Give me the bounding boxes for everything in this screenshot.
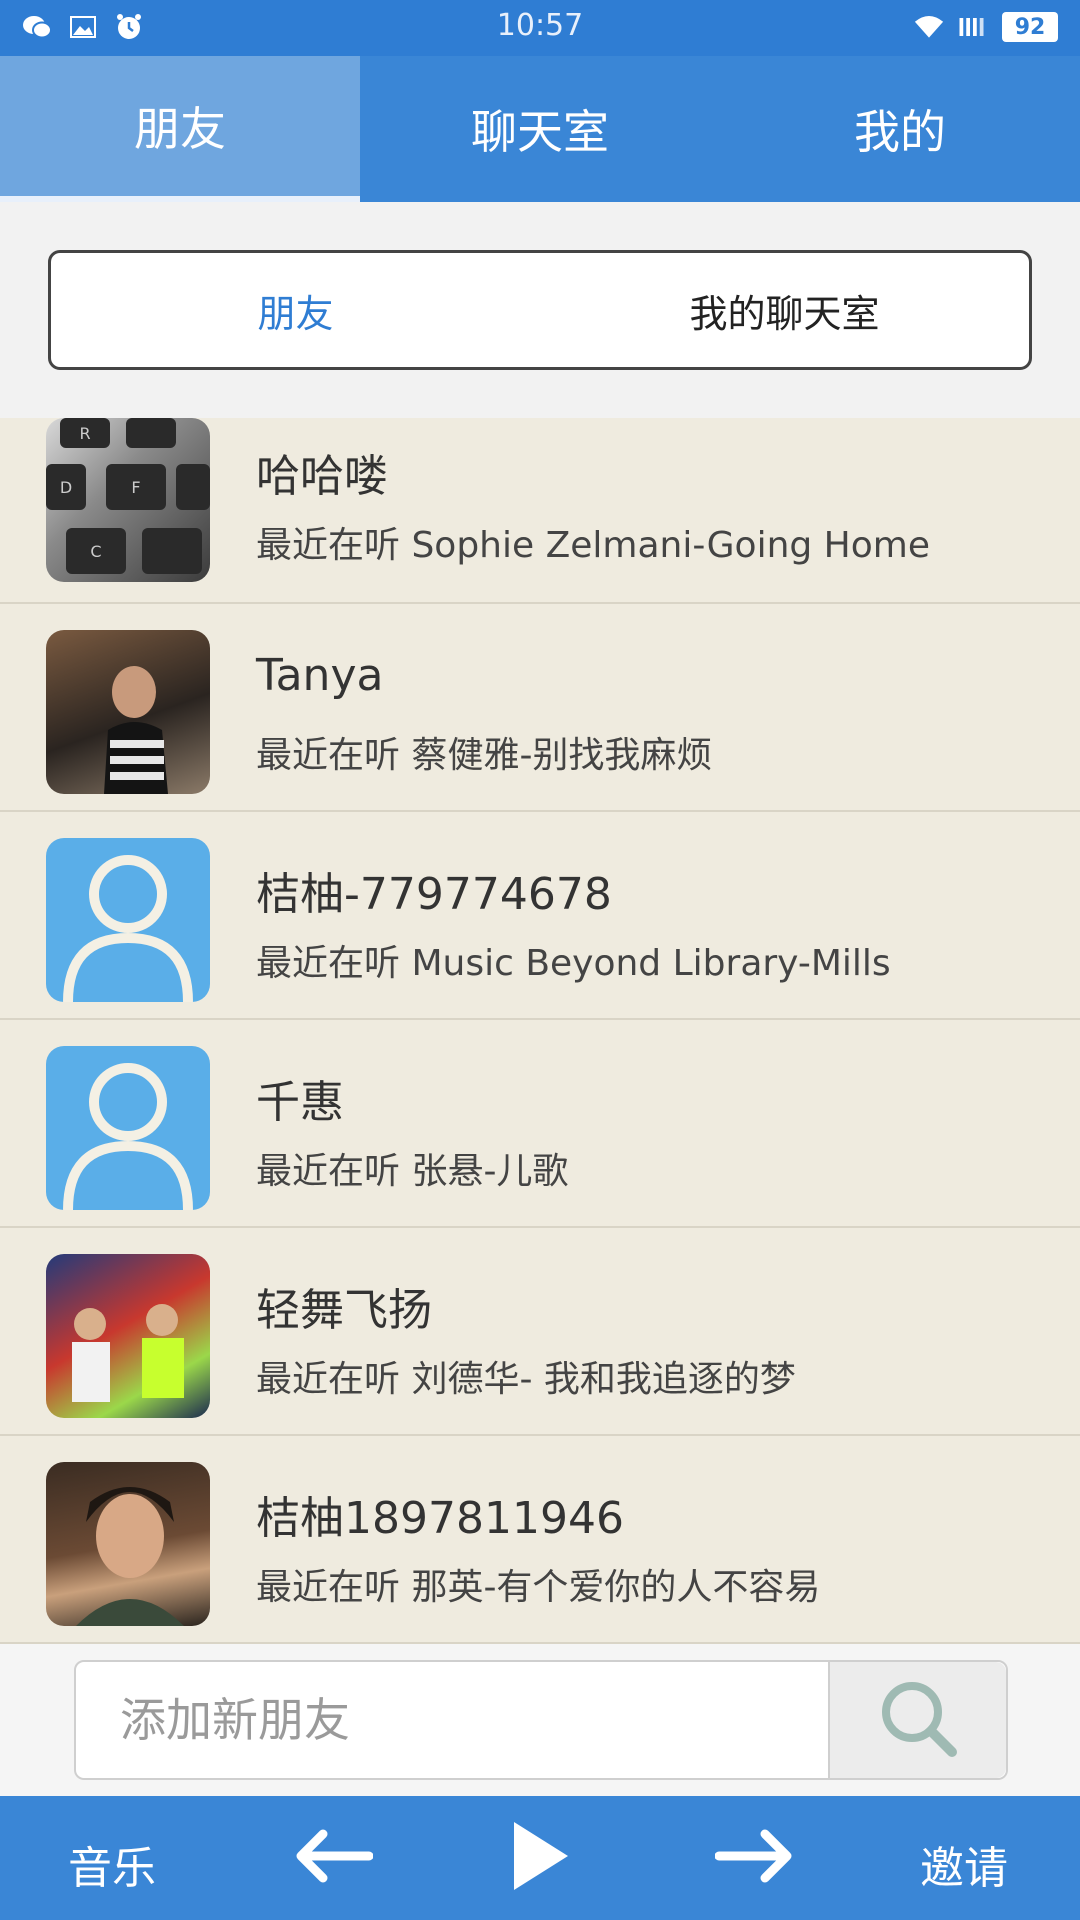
friend-row[interactable]: 桔柚-779774678 最近在听 Music Beyond Library-M… (0, 812, 1080, 1020)
search-button[interactable] (828, 1662, 1006, 1778)
default-avatar-icon (46, 1046, 210, 1210)
next-button[interactable] (710, 1818, 800, 1898)
friend-row[interactable]: R D F C 哈哈喽 最近在听 Sophie Zelmani-Going Ho… (0, 418, 1080, 604)
play-button[interactable] (500, 1818, 580, 1898)
add-friend-input[interactable] (76, 1662, 828, 1778)
top-tab-bar: 朋友 聊天室 我的 (0, 56, 1080, 202)
friend-row[interactable]: 千惠 最近在听 张悬-儿歌 (0, 1020, 1080, 1228)
battery-icon: 92 (1002, 12, 1058, 42)
avatar: R D F C (46, 418, 210, 582)
search-icon (876, 1676, 960, 1764)
tab-friends[interactable]: 朋友 (0, 56, 360, 202)
friend-status: 最近在听 Sophie Zelmani-Going Home (256, 525, 930, 566)
default-avatar-icon (46, 838, 210, 1002)
arrow-left-icon (293, 1828, 374, 1888)
segmented-control: 朋友 我的聊天室 (48, 250, 1032, 370)
bottom-player-bar: 音乐 邀请 (0, 1796, 1080, 1920)
segment-friends[interactable]: 朋友 (51, 253, 540, 367)
friend-name: 轻舞飞扬 (256, 1285, 432, 1336)
arrow-right-icon (714, 1828, 795, 1888)
friend-list: R D F C 哈哈喽 最近在听 Sophie Zelmani-Going Ho… (0, 418, 1080, 1644)
friend-row[interactable]: 桔柚1897811946 最近在听 那英-有个爱你的人不容易 (0, 1436, 1080, 1644)
friend-row[interactable]: 轻舞飞扬 最近在听 刘德华- 我和我追逐的梦 (0, 1228, 1080, 1436)
friend-name: 千惠 (256, 1077, 344, 1128)
segment-area: 朋友 我的聊天室 (0, 202, 1080, 420)
status-bar: 10:57 92 (0, 0, 1080, 56)
avatar (46, 1462, 210, 1626)
signal-icon (958, 12, 988, 42)
friend-status: 最近在听 蔡健雅-别找我麻烦 (256, 735, 713, 776)
friend-name: Tanya (256, 650, 384, 701)
previous-button[interactable] (288, 1818, 378, 1898)
add-friend-box (74, 1660, 1008, 1780)
friend-status: 最近在听 那英-有个爱你的人不容易 (256, 1567, 821, 1608)
avatar (46, 630, 210, 794)
music-button[interactable]: 音乐 (68, 1832, 156, 1896)
add-friend-area (0, 1644, 1080, 1796)
avatar (46, 1254, 210, 1418)
friend-name: 桔柚1897811946 (256, 1493, 624, 1544)
tab-mine[interactable]: 我的 (720, 56, 1080, 202)
friend-status: 最近在听 Music Beyond Library-Mills (256, 943, 891, 984)
wifi-icon (914, 12, 944, 42)
friend-name: 桔柚-779774678 (256, 869, 612, 920)
friend-status: 最近在听 张悬-儿歌 (256, 1151, 569, 1192)
segment-my-chatrooms[interactable]: 我的聊天室 (540, 253, 1029, 367)
friend-status: 最近在听 刘德华- 我和我追逐的梦 (256, 1359, 796, 1400)
invite-button[interactable]: 邀请 (920, 1832, 1008, 1896)
friend-row[interactable]: Tanya 最近在听 蔡健雅-别找我麻烦 (0, 604, 1080, 812)
play-icon (508, 1818, 572, 1898)
friend-name: 哈哈喽 (256, 451, 388, 502)
tab-chatroom[interactable]: 聊天室 (360, 56, 720, 202)
